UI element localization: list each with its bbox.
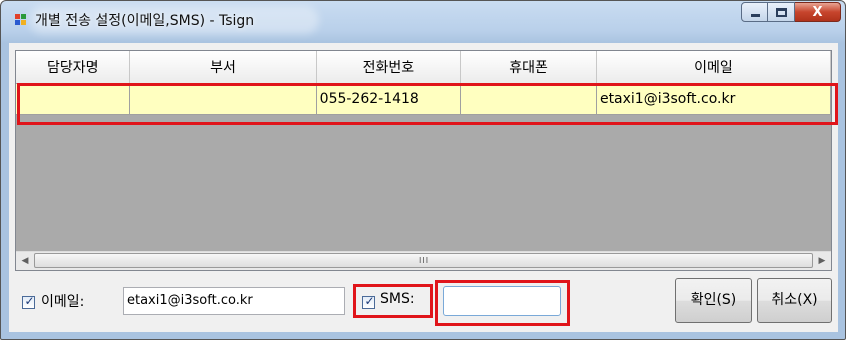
sms-label: SMS: [380,291,415,307]
column-header-name[interactable]: 담당자명 [16,51,131,84]
sms-checkbox[interactable]: ✓ [362,294,375,309]
sms-number-field[interactable] [443,286,561,316]
minimize-icon [751,14,760,17]
email-checkbox[interactable]: ✓ [22,294,35,309]
scroll-right-arrow-icon[interactable]: ▶ [813,252,831,270]
email-label: 이메일: [41,294,85,310]
checkmark-icon: ✓ [364,294,375,308]
column-header-mobile[interactable]: 휴대폰 [460,51,597,84]
dialog-window: 개별 전송 설정(이메일,SMS) - Tsign X 담당자명 부서 전화번호… [0,0,846,340]
maximize-icon [776,8,787,17]
cell-email[interactable]: etaxi1@i3soft.co.kr [596,83,831,115]
table-row[interactable]: 055-262-1418 etaxi1@i3soft.co.kr [16,83,831,115]
cell-mobile[interactable] [460,83,597,115]
grid-header-row: 담당자명 부서 전화번호 휴대폰 이메일 [16,51,831,84]
checkmark-icon: ✓ [24,294,35,308]
recipient-grid[interactable]: 담당자명 부서 전화번호 휴대폰 이메일 055-262-1418 etaxi1… [15,50,832,271]
caption-buttons: X [741,2,841,24]
email-field[interactable]: etaxi1@i3soft.co.kr [123,287,345,315]
dialog-client-area: 담당자명 부서 전화번호 휴대폰 이메일 055-262-1418 etaxi1… [9,43,838,332]
cancel-button[interactable]: 취소(X) [757,278,832,323]
close-button[interactable]: X [795,2,841,22]
column-header-dept[interactable]: 부서 [129,51,317,84]
window-title: 개별 전송 설정(이메일,SMS) - Tsign [35,13,255,29]
maximize-button[interactable] [768,2,795,22]
scrollbar-grip-icon: III [419,256,430,265]
ok-button[interactable]: 확인(S) [675,278,752,323]
app-icon[interactable] [15,14,27,26]
title-bar[interactable]: 개별 전송 설정(이메일,SMS) - Tsign X [1,1,845,43]
cell-dept[interactable] [129,83,317,115]
minimize-button[interactable] [741,2,768,22]
column-header-phone[interactable]: 전화번호 [316,51,462,84]
cell-name[interactable] [16,83,131,115]
scroll-left-arrow-icon[interactable]: ◀ [16,252,34,270]
grid-table: 담당자명 부서 전화번호 휴대폰 이메일 055-262-1418 etaxi1… [16,51,831,115]
horizontal-scrollbar[interactable]: ◀ III ▶ [16,251,831,270]
column-header-email[interactable]: 이메일 [596,51,831,84]
close-icon: X [812,5,823,20]
scrollbar-thumb[interactable]: III [34,253,813,268]
cell-phone[interactable]: 055-262-1418 [316,83,462,115]
